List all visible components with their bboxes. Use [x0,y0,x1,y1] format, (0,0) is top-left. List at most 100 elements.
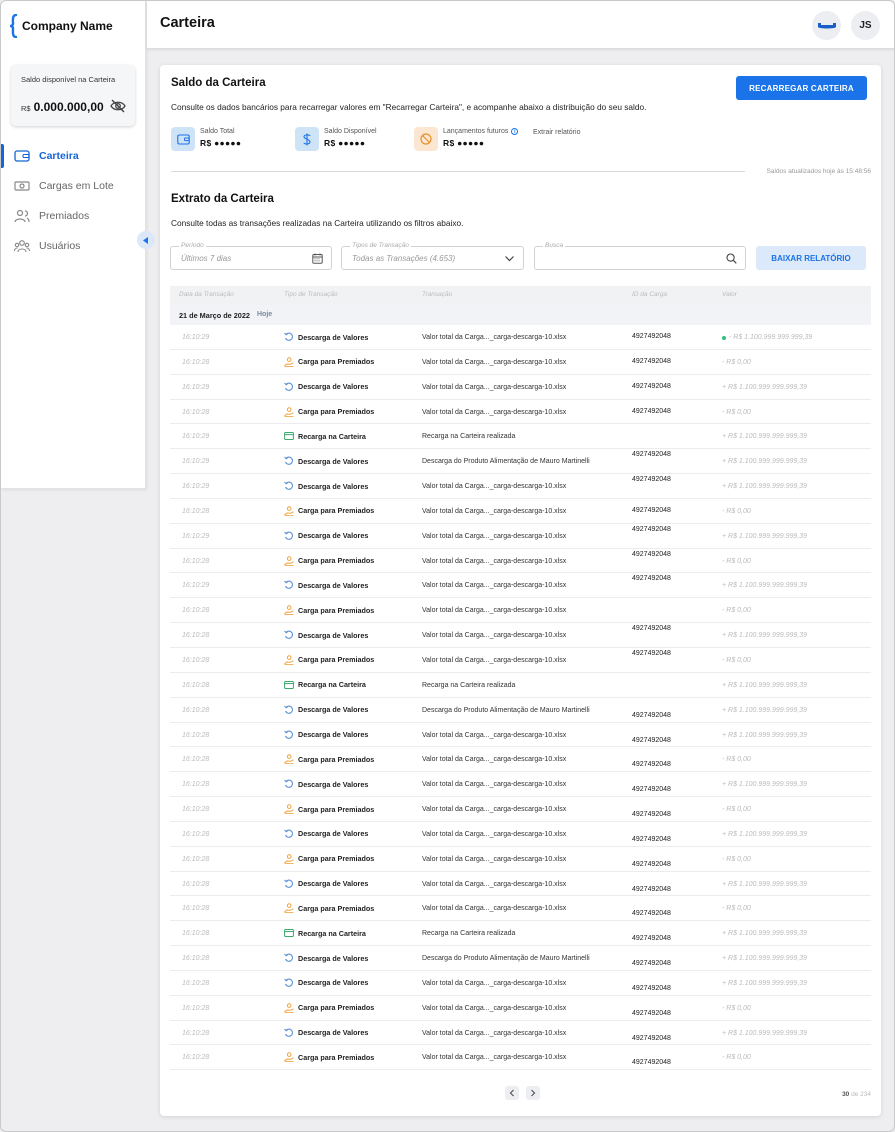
table-row[interactable]: 16:10:28 Recarga na Carteira Recarga na Ca… [170,673,871,698]
transaction-value: + R$ 1.100.999.999.999,39 [722,384,807,391]
statement-description: Consulte todas as transações realizadas … [171,218,464,228]
table-row[interactable]: 16:10:28 Recarga na Carteira Recarga na Ca… [170,921,871,947]
sidebar-item-premiados[interactable]: Premiados [1,201,146,231]
app-switcher-button[interactable] [812,11,841,40]
table-row[interactable]: 16:10:28 Carga para Premiados Valor total … [170,797,871,822]
sidebar-item-label: Carteira [39,150,79,162]
transaction-type-label: Carga para Premiados [298,407,375,417]
transaction-type-select[interactable]: Tipos de Transação Todas as Transações (… [341,242,524,270]
table-row[interactable]: 16:10:29 Descarga de Valores Valor total d… [170,474,871,499]
download-report-button[interactable]: BAIXAR RELATÓRIO [756,246,866,270]
wallet-recharge-icon [284,432,294,441]
collapse-sidebar-button[interactable] [137,231,155,249]
hand-coin-icon [284,1052,294,1063]
table-row[interactable]: 16:10:29 Recarga na Carteira Recarga na Ca… [170,424,871,450]
transaction-type: Recarga na Carteira [284,431,366,441]
users-icon [14,209,30,223]
stat-lancamentos-futuros: Lançamentos futuros i R$ ●●●●● [414,127,519,151]
table-row[interactable]: 16:10:28 Descarga de Valores Valor total d… [170,723,871,748]
table-row[interactable]: 16:10:28 Carga para Premiados Valor total … [170,648,871,673]
transaction-description: Valor total da Carga..._carga-descarga-1… [422,1004,567,1012]
transaction-id: 4927492048 [632,625,671,633]
table-row[interactable]: 16:10:28 Carga para Premiados Valor total … [170,747,871,773]
table-row[interactable]: 16:10:28 Carga para Premiados Valor total … [170,1045,871,1071]
table-row[interactable]: 16:10:28 Carga para Premiados Valor total … [170,847,871,872]
transaction-type-label: Recarga na Carteira [298,928,366,938]
table-row[interactable]: 16:10:29 Descarga de Valores Valor total d… [170,375,871,400]
transaction-type: Carga para Premiados [284,506,374,516]
table-row[interactable]: 16:10:29 Descarga de Valores Valor total d… [170,524,871,549]
eye-off-icon[interactable] [110,99,126,113]
transaction-value-text: - R$ 0,00 [722,557,751,565]
table-row[interactable]: 16:10:28 Carga para Premiados Valor total … [170,598,871,624]
table-row[interactable]: 16:10:28 Descarga de Valores Descarga do P… [170,946,871,971]
transaction-value-text: + R$ 1.100.999.999.999,39 [722,632,808,640]
transaction-type: Carga para Premiados [284,357,374,367]
transaction-value-text: - R$ 1.100.999.999.999,39 [729,334,813,341]
transaction-value: - R$ 0,00 [722,1005,751,1012]
transaction-description: Valor total da Carga..._carga-descarga-1… [422,532,567,540]
table-row[interactable]: 16:10:28 Descarga de Valores Valor total d… [170,971,871,996]
transaction-value-text: + R$ 1.100.999.999.999,39 [722,1029,808,1037]
transaction-value-text: - R$ 0,00 [722,855,751,863]
sidebar-item-cargas-em-lote[interactable]: Cargas em Lote [1,171,146,201]
transaction-time: 16:10:29 [182,483,210,491]
table-row[interactable]: 16:10:28 Descarga de Valores Valor total d… [170,772,871,798]
transaction-value: + R$ 1.100.999.999.999,39 [722,732,807,739]
transaction-type: Descarga de Valores [284,332,368,342]
table-row[interactable]: 16:10:29 Descarga de Valores Valor total d… [170,573,871,599]
table-row[interactable]: 16:10:28 Descarga de Valores Valor total d… [170,872,871,897]
table-row[interactable]: 16:10:29 Descarga de Valores Valor total d… [170,325,871,350]
search-input[interactable]: Busca [534,242,746,270]
transaction-time: 16:10:28 [182,1004,210,1012]
table-row[interactable]: 16:10:28 Carga para Premiados Valor total … [170,996,871,1021]
dollar-icon [303,133,311,145]
transaction-value-text: + R$ 1.100.999.999.999,39 [722,731,808,739]
table-row[interactable]: 16:10:28 Carga para Premiados Valor total … [170,350,871,375]
table-row[interactable]: 16:10:28 Carga para Premiados Valor total … [170,400,871,425]
table-row[interactable]: 16:10:28 Carga para Premiados Valor total … [170,549,871,574]
table-row[interactable]: 16:10:28 Descarga de Valores Valor total d… [170,623,871,648]
table-row[interactable]: 16:10:28 Carga para Premiados Valor total … [170,499,871,524]
brand[interactable]: Company Name [10,14,113,38]
transaction-description: Descarga do Produto Alimentação de Mauro… [422,458,590,466]
transaction-type: Carga para Premiados [284,605,374,616]
next-page-button[interactable] [526,1086,540,1100]
transaction-type: Descarga de Valores [284,580,368,590]
date-group-row: 21 de Março de 2022 Hoje [170,305,871,325]
balance-value: 0.000.000,00 [33,100,104,114]
transaction-value-text: - R$ 0,00 [722,1004,751,1012]
transaction-type: Carga para Premiados [284,1052,374,1063]
transaction-type-label: Recarga na Carteira [298,431,366,441]
sidebar-item-carteira[interactable]: Carteira [1,141,146,171]
sidebar-item-usuarios[interactable]: Usuários [1,231,146,261]
transaction-type-label: Carga para Premiados [298,357,375,367]
wallet-icon [176,133,190,145]
sidebar-item-label: Usuários [39,240,81,252]
transaction-value-text: - R$ 0,00 [722,607,751,615]
previous-page-button[interactable] [505,1086,519,1100]
transaction-value: - R$ 0,00 [722,607,751,614]
transaction-description: Valor total da Carga..._carga-descarga-1… [422,756,567,764]
table-row[interactable]: 16:10:28 Descarga de Valores Valor total d… [170,1021,871,1046]
table-row[interactable]: 16:10:28 Carga para Premiados Valor total … [170,896,871,922]
transaction-time: 16:10:28 [182,880,210,888]
table-row[interactable]: 16:10:28 Descarga de Valores Valor total d… [170,822,871,847]
table-body: 16:10:29 Descarga de Valores Valor total d… [170,325,871,1071]
transaction-type: Carga para Premiados [284,903,374,914]
period-select[interactable]: Período Últimos 7 dias [170,242,332,270]
transaction-description: Valor total da Carga..._carga-descarga-1… [422,781,567,789]
transaction-description: Valor total da Carga..._carga-descarga-1… [422,830,567,838]
table-row[interactable]: 16:10:29 Descarga de Valores Descarga do P… [170,449,871,475]
sidebar-nav: Carteira Cargas em Lote Premiados Usuári… [1,141,146,261]
avatar[interactable]: JS [851,11,880,40]
recharge-wallet-button[interactable]: RECARREGAR CARTEIRA [736,76,867,100]
table-row[interactable]: 16:10:28 Descarga de Valores Descarga do P… [170,698,871,723]
extract-report-link[interactable]: Extrair relatório [533,129,580,136]
column-header: Tipo de Transação [284,291,338,298]
info-icon[interactable]: i [511,128,519,135]
transaction-value-text: + R$ 1.100.999.999.999,39 [722,979,808,987]
balance-currency: R$ [21,104,31,113]
period-value: Últimos 7 dias [181,254,232,263]
transaction-value-text: - R$ 0,00 [722,1054,751,1062]
